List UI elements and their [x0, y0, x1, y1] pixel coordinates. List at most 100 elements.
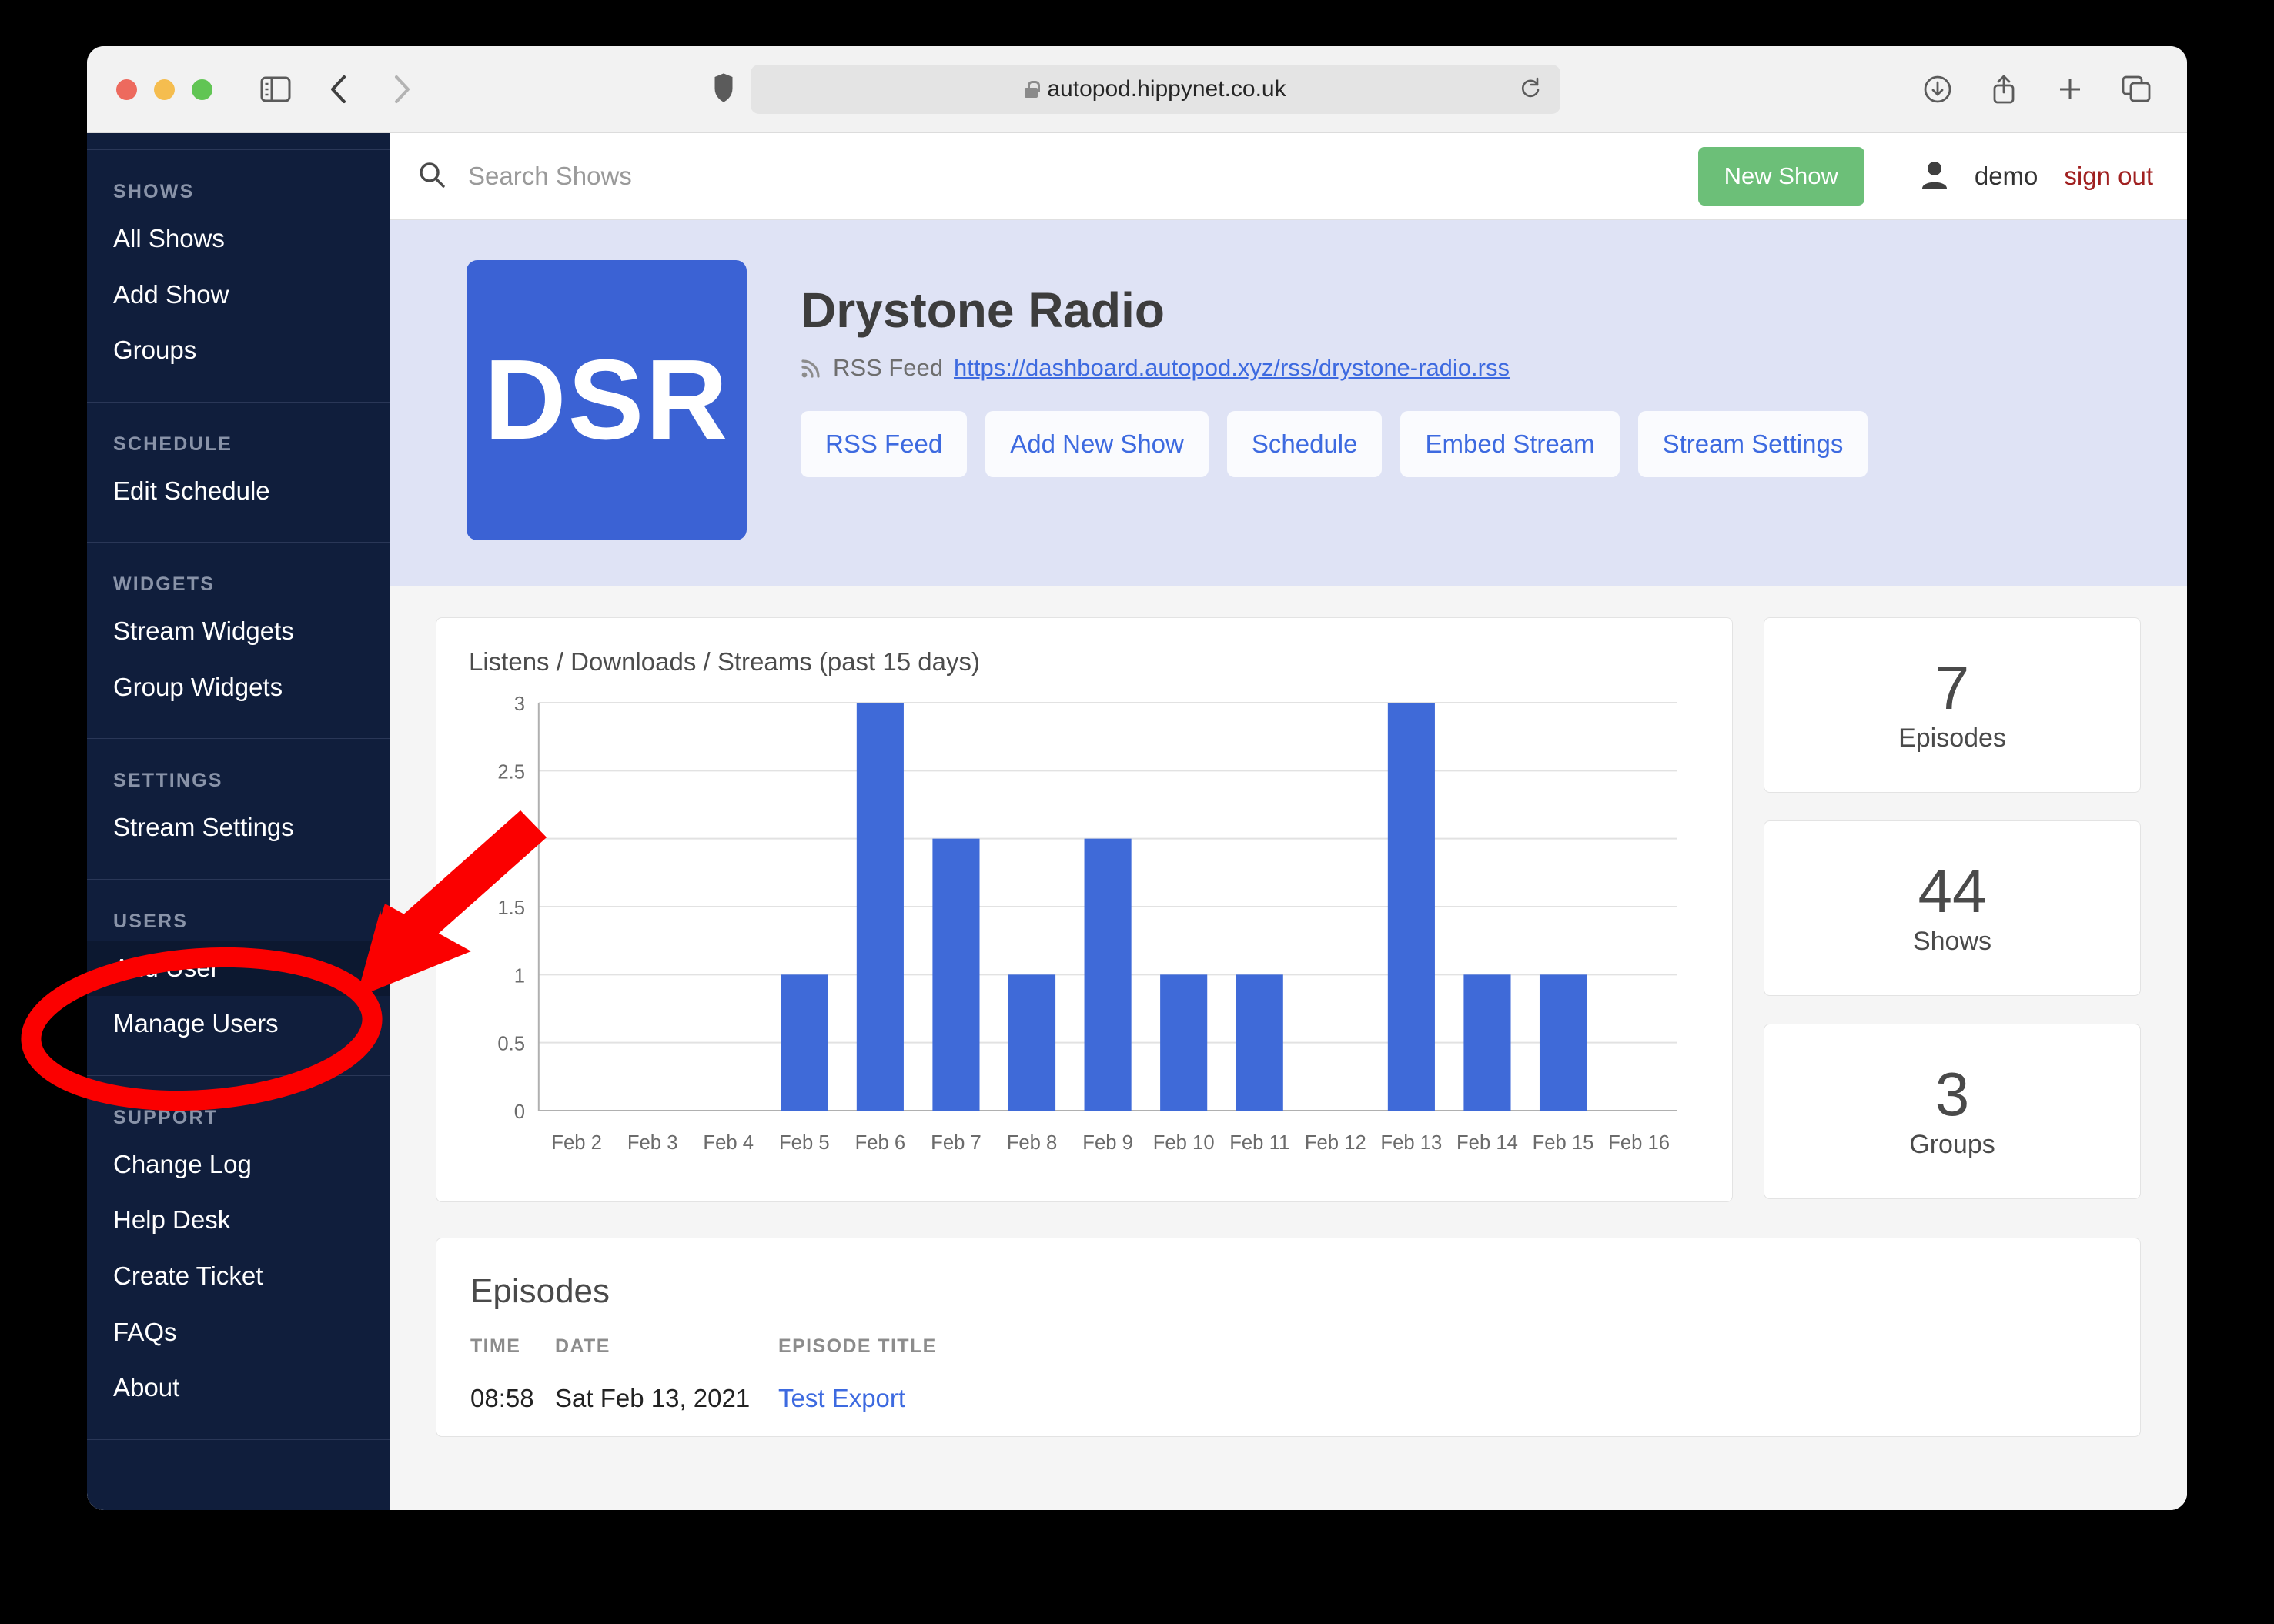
share-icon[interactable]: [1982, 68, 2025, 111]
user-name: demo: [1974, 162, 2038, 190]
sidebar-group-widgets: WIDGETS Stream Widgets Group Widgets: [87, 543, 390, 740]
show-action-chips: RSS Feed Add New Show Schedule Embed Stream…: [801, 411, 1868, 477]
sidebar-item-about[interactable]: About: [87, 1360, 390, 1416]
sidebar-heading: SUPPORT: [113, 1106, 219, 1128]
svg-text:Feb 12: Feb 12: [1305, 1132, 1366, 1154]
episode-title-link[interactable]: Test Export: [778, 1384, 905, 1412]
sidebar-nav: SHOWS All Shows Add Show Groups SCHEDULE Edit…: [87, 133, 390, 1510]
plus-icon[interactable]: [2048, 68, 2092, 111]
dashboard-row: Listens / Downloads / Streams (past 15 d…: [436, 617, 2141, 1202]
episodes-title: Episodes: [470, 1272, 610, 1310]
show-hero-details: Drystone Radio RSS Feed https://dashboar…: [801, 260, 1868, 540]
address-bar[interactable]: autopod.hippynet.co.uk: [751, 65, 1560, 114]
svg-text:1: 1: [514, 965, 525, 987]
svg-text:2.5: 2.5: [497, 761, 525, 783]
show-logo: DSR: [467, 260, 747, 540]
sidebar-item-faqs[interactable]: FAQs: [87, 1305, 390, 1361]
sidebar-heading: SHOWS: [113, 181, 195, 202]
search-icon: [417, 160, 446, 193]
svg-text:Feb 13: Feb 13: [1380, 1132, 1442, 1154]
stat-label: Shows: [1912, 926, 1992, 956]
sidebar-group-schedule: SCHEDULE Edit Schedule: [87, 403, 390, 543]
chip-stream-settings[interactable]: Stream Settings: [1637, 411, 1868, 477]
episodes-table: TIME DATE EPISODE TITLE 08:58 Sat Feb 13,…: [470, 1335, 2106, 1436]
stat-value: 7: [1935, 653, 1970, 722]
search-input[interactable]: [468, 162, 930, 191]
sidebar-scroll-top-spacer: [87, 133, 390, 150]
maximize-window-button[interactable]: [192, 79, 212, 100]
address-bar-container: autopod.hippynet.co.uk: [714, 65, 1560, 114]
episodes-card: Episodes TIME DATE EPISODE TITLE 08:58 Sa…: [436, 1238, 2141, 1437]
sidebar-item-manage-users[interactable]: Manage Users: [87, 996, 390, 1052]
sidebar-toggle-icon[interactable]: [254, 68, 297, 111]
show-hero: DSR Drystone Radio RSS Feed https://dash…: [390, 220, 2187, 586]
column-header-time: TIME: [470, 1335, 521, 1357]
stat-card-groups: 3 Groups: [1764, 1024, 2141, 1199]
svg-text:Feb 10: Feb 10: [1153, 1132, 1215, 1154]
sidebar-item-groups[interactable]: Groups: [87, 322, 390, 379]
svg-text:Feb 14: Feb 14: [1456, 1132, 1518, 1154]
sidebar-group-shows: SHOWS All Shows Add Show Groups: [87, 150, 390, 403]
svg-text:0.5: 0.5: [497, 1034, 525, 1055]
column-header-episode-title: EPISODE TITLE: [778, 1335, 937, 1357]
sidebar-item-change-log[interactable]: Change Log: [87, 1137, 390, 1193]
sidebar-item-all-shows[interactable]: All Shows: [87, 211, 390, 267]
stat-card-shows: 44 Shows: [1764, 820, 2141, 996]
episode-date: Sat Feb 13, 2021: [555, 1384, 751, 1412]
svg-text:Feb 4: Feb 4: [703, 1132, 754, 1154]
sidebar-heading: SCHEDULE: [113, 433, 233, 455]
sidebar-item-edit-schedule[interactable]: Edit Schedule: [87, 463, 390, 520]
minimize-window-button[interactable]: [154, 79, 175, 100]
chip-schedule[interactable]: Schedule: [1226, 411, 1383, 477]
stat-label: Groups: [1909, 1129, 1995, 1159]
user-area: demo sign out: [1887, 133, 2187, 219]
back-chevron-icon[interactable]: [317, 68, 360, 111]
sidebar-group-support: SUPPORT Change Log Help Desk Create Ticket F…: [87, 1076, 390, 1440]
table-row: 08:58 Sat Feb 13, 2021 Test Export: [470, 1384, 2106, 1436]
svg-text:Feb 15: Feb 15: [1533, 1132, 1594, 1154]
privacy-shield-icon[interactable]: [714, 72, 734, 106]
stat-value: 44: [1918, 856, 1987, 925]
chip-embed-stream[interactable]: Embed Stream: [1400, 411, 1620, 477]
svg-text:Feb 5: Feb 5: [779, 1132, 830, 1154]
new-show-button[interactable]: New Show: [1697, 147, 1864, 206]
sidebar-item-help-desk[interactable]: Help Desk: [87, 1192, 390, 1248]
browser-window: autopod.hippynet.co.uk SHOWS All Shows A…: [87, 46, 2187, 1510]
chip-add-new-show[interactable]: Add New Show: [985, 411, 1209, 477]
svg-text:Feb 2: Feb 2: [551, 1132, 602, 1154]
tab-overview-icon[interactable]: [2115, 68, 2158, 111]
close-window-button[interactable]: [116, 79, 137, 100]
sidebar-item-stream-widgets[interactable]: Stream Widgets: [87, 603, 390, 660]
sidebar-item-group-widgets[interactable]: Group Widgets: [87, 660, 390, 716]
svg-text:Feb 9: Feb 9: [1082, 1132, 1133, 1154]
episode-title-cell: Test Export: [778, 1384, 2106, 1436]
svg-text:Feb 3: Feb 3: [627, 1132, 678, 1154]
forward-chevron-icon[interactable]: [380, 68, 423, 111]
url-text: autopod.hippynet.co.uk: [1047, 76, 1286, 102]
svg-text:3: 3: [514, 693, 525, 715]
reload-icon[interactable]: [1519, 76, 1542, 103]
rss-feed-link[interactable]: https://dashboard.autopod.xyz/rss/drysto…: [954, 354, 1510, 382]
sidebar-group-settings: SETTINGS Stream Settings: [87, 739, 390, 880]
app-body: SHOWS All Shows Add Show Groups SCHEDULE Edit…: [87, 133, 2187, 1510]
avatar: [1921, 160, 1948, 193]
sidebar-group-users: USERS Add User Manage Users: [87, 880, 390, 1076]
chip-rss-feed[interactable]: RSS Feed: [801, 411, 968, 477]
sidebar-item-create-ticket[interactable]: Create Ticket: [87, 1248, 390, 1305]
bar-chart: 0 0.5 1 1.5 2 2.5 3 Feb 2 Feb 3 Feb 4 Feb 5 Feb 6 Fe…: [469, 692, 1700, 1177]
downloads-icon[interactable]: [1916, 68, 1959, 111]
svg-text:1.5: 1.5: [497, 897, 525, 919]
table-header-row: TIME DATE EPISODE TITLE: [470, 1335, 2106, 1384]
svg-text:Feb 6: Feb 6: [855, 1132, 906, 1154]
sign-out-link[interactable]: sign out: [2064, 162, 2153, 191]
sidebar-heading: USERS: [113, 910, 189, 932]
page-title: Drystone Radio: [801, 282, 1165, 338]
sidebar-item-add-show[interactable]: Add Show: [87, 267, 390, 323]
sidebar-item-stream-settings[interactable]: Stream Settings: [87, 800, 390, 856]
sidebar-item-add-user[interactable]: Add User: [87, 940, 390, 997]
stat-value: 3: [1935, 1059, 1970, 1128]
episode-time: 08:58: [470, 1384, 534, 1412]
svg-text:Feb 8: Feb 8: [1007, 1132, 1058, 1154]
svg-text:0: 0: [514, 1101, 525, 1123]
dashboard-content: Listens / Downloads / Streams (past 15 d…: [390, 586, 2187, 1510]
